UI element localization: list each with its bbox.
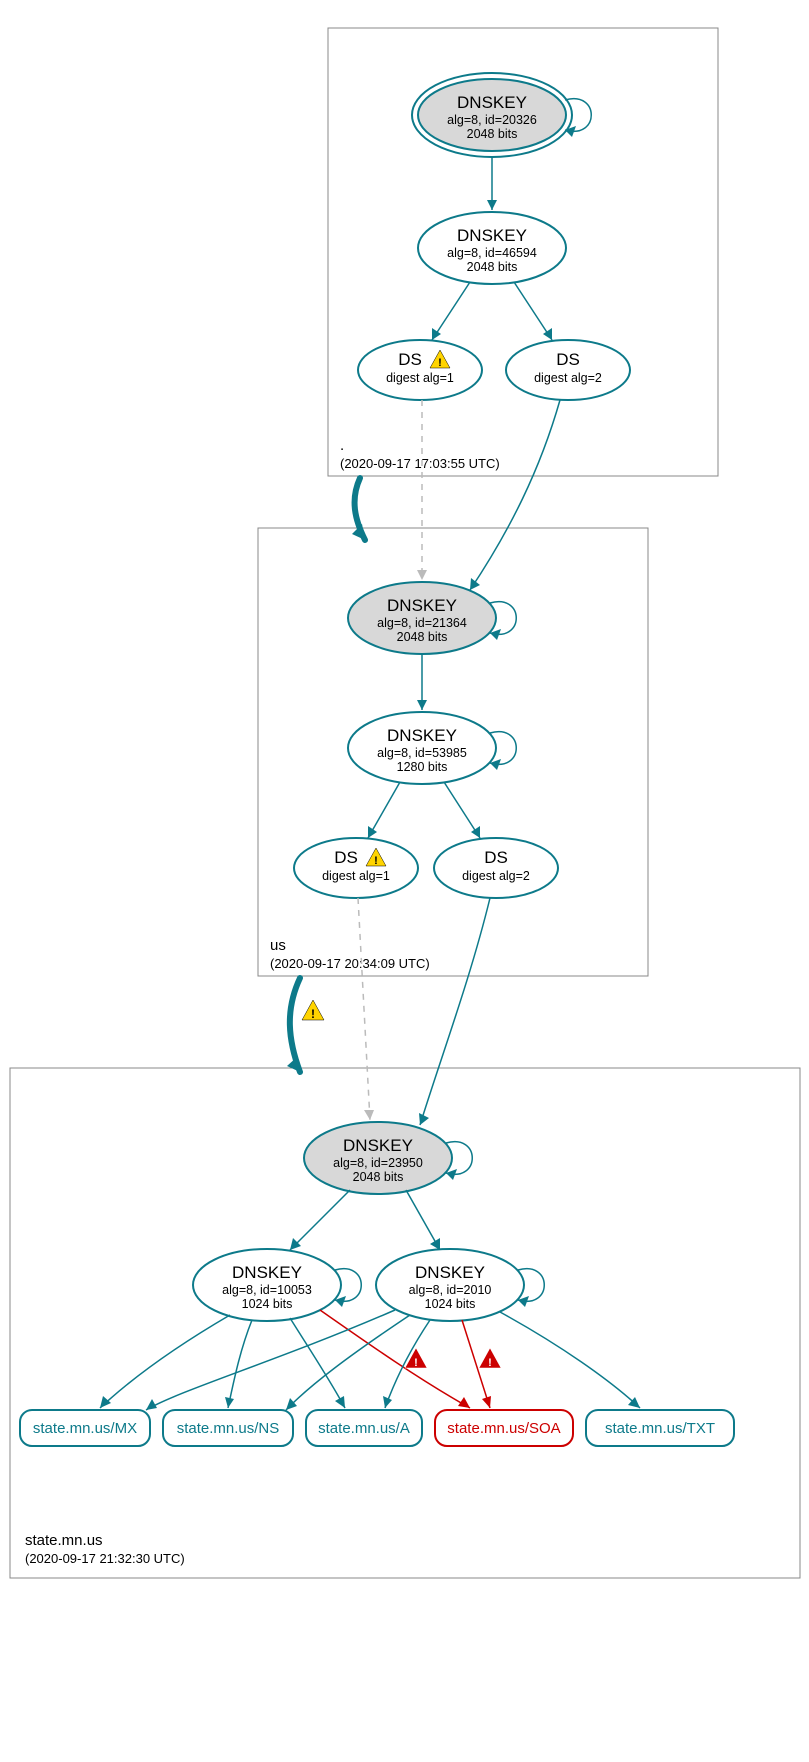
svg-text:state.mn.us/SOA: state.mn.us/SOA <box>447 1420 560 1437</box>
error-icon: ! <box>479 1348 501 1369</box>
svg-text:digest alg=2: digest alg=2 <box>462 869 530 883</box>
svg-text:2048 bits: 2048 bits <box>467 127 518 141</box>
svg-text:state.mn.us/MX: state.mn.us/MX <box>33 1420 137 1437</box>
svg-text:DNSKEY: DNSKEY <box>415 1263 485 1282</box>
svg-text:DNSKEY: DNSKEY <box>387 596 457 615</box>
svg-text:alg=8, id=20326: alg=8, id=20326 <box>447 113 537 127</box>
zone-ts-root: (2020-09-17 17:03:55 UTC) <box>340 456 500 471</box>
svg-text:DS: DS <box>334 848 358 867</box>
svg-text:alg=8, id=21364: alg=8, id=21364 <box>377 616 467 630</box>
node-us-ds2 <box>434 838 558 898</box>
svg-text:1280 bits: 1280 bits <box>397 760 448 774</box>
svg-text:2048 bits: 2048 bits <box>397 630 448 644</box>
svg-text:digest alg=1: digest alg=1 <box>386 371 454 385</box>
zone-ts-us: (2020-09-17 20:34:09 UTC) <box>270 956 430 971</box>
node-root-ds1 <box>358 340 482 400</box>
node-us-ds1 <box>294 838 418 898</box>
svg-text:digest alg=1: digest alg=1 <box>322 869 390 883</box>
svg-text:DNSKEY: DNSKEY <box>232 1263 302 1282</box>
svg-text:!: ! <box>438 357 442 369</box>
svg-text:1024 bits: 1024 bits <box>242 1297 293 1311</box>
zone-name-root: . <box>340 437 344 454</box>
svg-text:DNSKEY: DNSKEY <box>387 726 457 745</box>
svg-text:alg=8, id=53985: alg=8, id=53985 <box>377 746 467 760</box>
svg-text:state.mn.us/A: state.mn.us/A <box>318 1420 410 1437</box>
svg-text:1024 bits: 1024 bits <box>425 1297 476 1311</box>
node-root-ds2 <box>506 340 630 400</box>
svg-text:2048 bits: 2048 bits <box>467 260 518 274</box>
svg-text:alg=8, id=46594: alg=8, id=46594 <box>447 246 537 260</box>
error-icon: ! <box>405 1348 427 1369</box>
svg-text:alg=8, id=2010: alg=8, id=2010 <box>409 1283 492 1297</box>
svg-text:DNSKEY: DNSKEY <box>457 226 527 245</box>
svg-text:2048 bits: 2048 bits <box>353 1170 404 1184</box>
svg-text:DS: DS <box>398 350 422 369</box>
svg-text:!: ! <box>374 855 378 867</box>
svg-text:DNSKEY: DNSKEY <box>343 1136 413 1155</box>
svg-text:state.mn.us/TXT: state.mn.us/TXT <box>605 1420 715 1437</box>
svg-text:DS: DS <box>484 848 508 867</box>
svg-text:alg=8, id=23950: alg=8, id=23950 <box>333 1156 423 1170</box>
svg-text:!: ! <box>414 1357 418 1369</box>
svg-text:!: ! <box>311 1007 315 1021</box>
zone-ts-state: (2020-09-17 21:32:30 UTC) <box>25 1551 185 1566</box>
zone-name-state: state.mn.us <box>25 1532 103 1549</box>
svg-text:state.mn.us/NS: state.mn.us/NS <box>177 1420 280 1437</box>
svg-text:!: ! <box>488 1357 492 1369</box>
svg-text:digest alg=2: digest alg=2 <box>534 371 602 385</box>
zone-name-us: us <box>270 937 286 954</box>
svg-text:alg=8, id=10053: alg=8, id=10053 <box>222 1283 312 1297</box>
warn-icon: ! <box>302 1000 324 1021</box>
svg-text:DNSKEY: DNSKEY <box>457 93 527 112</box>
svg-text:DS: DS <box>556 350 580 369</box>
